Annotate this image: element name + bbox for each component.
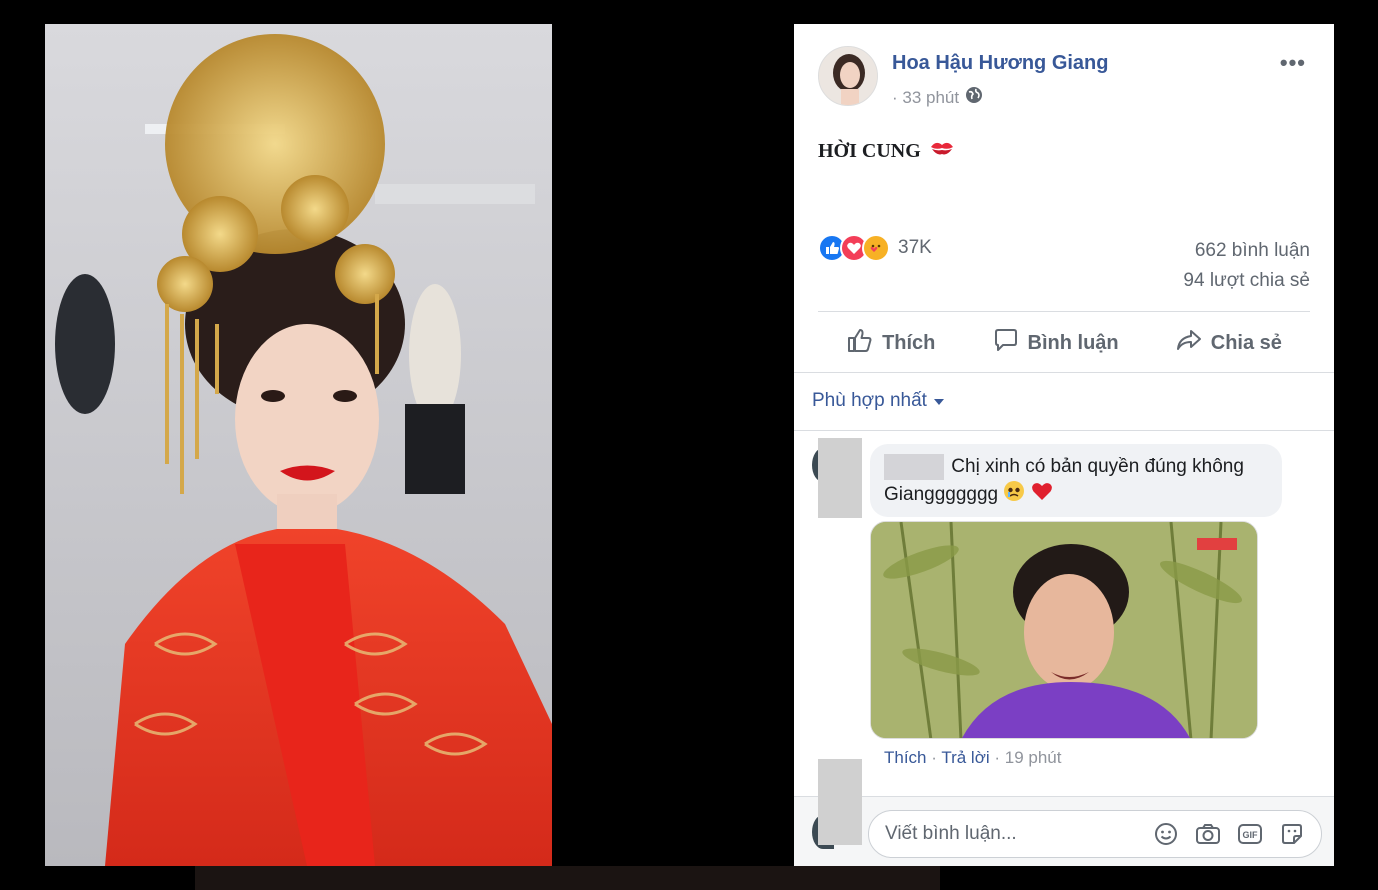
separator-dot: ·	[931, 748, 942, 767]
share-arrow-icon	[1175, 326, 1203, 360]
redacted-commenter-name[interactable]	[884, 454, 944, 480]
composer-icons: GIF	[1153, 821, 1305, 847]
reactions-summary[interactable]: 37K	[818, 234, 932, 262]
comment-count[interactable]: 662 bình luận	[1183, 236, 1310, 266]
svg-text:GIF: GIF	[1243, 830, 1259, 840]
reaction-count[interactable]: 37K	[898, 237, 932, 259]
camera-icon[interactable]	[1195, 821, 1221, 847]
post-photo[interactable]	[45, 24, 552, 866]
crying-face-icon	[1003, 480, 1025, 510]
post-time[interactable]: · 33 phút	[892, 88, 959, 108]
author-avatar[interactable]	[818, 46, 878, 106]
post-meta: · 33 phút	[892, 86, 983, 109]
thumbs-up-icon	[846, 326, 874, 360]
speech-bubble-icon	[992, 326, 1020, 360]
comment-actions: Thích · Trả lời · 19 phút	[884, 748, 1062, 768]
sort-label: Phù hợp nhất	[812, 390, 927, 411]
comment-input[interactable]	[885, 823, 1153, 845]
comment-reply-link[interactable]: Trả lời	[941, 748, 989, 767]
divider	[818, 311, 1310, 312]
avatar-image	[819, 47, 877, 105]
redacted-avatar	[818, 438, 862, 518]
caption-text: HỜI CUNG	[818, 139, 921, 162]
share-label: Chia sẻ	[1210, 331, 1282, 354]
comment-bubble: Chị xinh có bản quyền đúng không Gianggg…	[870, 444, 1282, 517]
comment-button[interactable]: Bình luận	[992, 326, 1119, 360]
post-header: Hoa Hậu Hương Giang · 33 phút •••	[794, 24, 1334, 134]
comment-image-illustration	[871, 522, 1257, 738]
comment-label: Bình luận	[1027, 331, 1119, 354]
share-button[interactable]: Chia sẻ	[1175, 326, 1282, 360]
comment-sort-dropdown[interactable]: Phù hợp nhất	[812, 390, 945, 412]
gif-icon[interactable]: GIF	[1237, 821, 1263, 847]
more-options-button[interactable]: •••	[1280, 50, 1306, 76]
divider	[794, 372, 1334, 373]
post-side-panel: Hoa Hậu Hương Giang · 33 phút ••• HỜI CU…	[794, 24, 1334, 866]
post-caption: HỜI CUNG	[818, 138, 955, 164]
author-name[interactable]: Hoa Hậu Hương Giang	[892, 52, 1108, 75]
comment-input-box: GIF	[868, 810, 1322, 858]
post-actions: Thích Bình luận Chia sẻ	[818, 318, 1310, 368]
caret-down-icon	[933, 390, 945, 412]
emoji-icon[interactable]	[1153, 821, 1179, 847]
comment-like-link[interactable]: Thích	[884, 748, 927, 767]
kiss-mark-icon	[929, 138, 955, 164]
next-image-preview-strip	[195, 866, 940, 890]
red-heart-icon	[1031, 480, 1053, 510]
like-button[interactable]: Thích	[846, 326, 935, 360]
separator-dot: ·	[994, 748, 1005, 767]
sticker-icon[interactable]	[1279, 821, 1305, 847]
comment-time[interactable]: 19 phút	[1005, 748, 1062, 767]
share-count[interactable]: 94 lượt chia sẻ	[1183, 266, 1310, 296]
care-reaction-icon	[862, 234, 890, 262]
globe-icon	[965, 86, 983, 109]
post-stats: 662 bình luận 94 lượt chia sẻ	[1183, 236, 1310, 296]
like-label: Thích	[882, 331, 936, 354]
photo-illustration	[45, 24, 552, 866]
comment-attached-image[interactable]	[870, 521, 1258, 739]
comment-composer: GIF	[794, 787, 1334, 866]
redacted-avatar	[818, 787, 862, 845]
divider	[794, 430, 1334, 431]
